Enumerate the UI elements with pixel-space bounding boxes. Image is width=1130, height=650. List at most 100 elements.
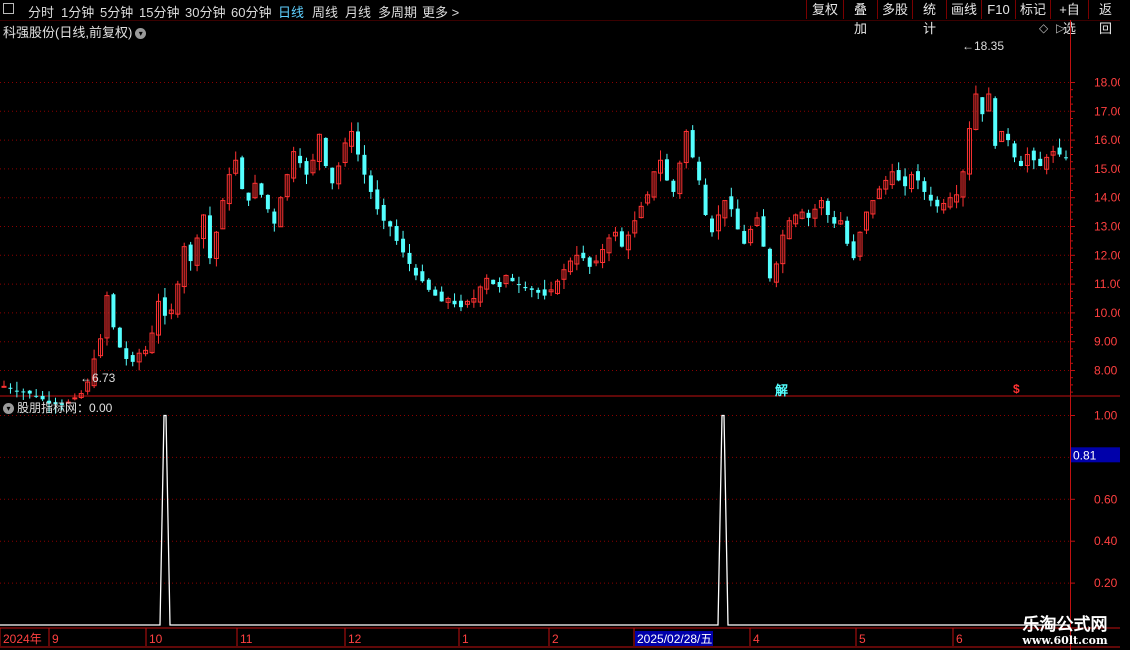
candle-body (735, 208, 740, 230)
diamond-icon[interactable]: ◇ (1039, 21, 1048, 35)
toggle-icon[interactable]: ▷ (1056, 21, 1065, 35)
candle-body (510, 277, 515, 282)
kline-chart[interactable]: ←18.35←6.73 8.009.0010.0011.0012.0013.00… (0, 0, 1130, 650)
candle-body (516, 284, 521, 286)
x-tick-label: 2024年 (3, 632, 42, 646)
candle-body (14, 390, 19, 392)
candle-body (34, 395, 39, 397)
candle-body (851, 241, 856, 259)
x-tick-label: 2 (552, 632, 559, 646)
main-chart-title: 科强股份(日线,前复权) ▾ (3, 22, 147, 41)
candle-body (529, 288, 534, 290)
candle-body (388, 221, 393, 227)
candle-body (1064, 157, 1068, 159)
candle-body (915, 171, 920, 181)
x-tick-label: 12 (348, 632, 362, 646)
candle-body (8, 387, 13, 389)
grid-lines (0, 82, 1120, 648)
marker-s[interactable]: $ (1013, 382, 1020, 396)
candle-body (356, 131, 360, 155)
candle-body (265, 194, 270, 210)
y-tick-label: 0.60 (1094, 492, 1118, 506)
cursor-value: 0.81 (1073, 448, 1097, 462)
candle-body (207, 215, 212, 259)
x-tick-label: 2025/02/28/五 (637, 632, 712, 646)
candle-body (497, 282, 502, 287)
x-tick-label: 9 (52, 632, 59, 646)
stock-title: 科强股份(日线,前复权) (3, 25, 133, 40)
candle-body (124, 348, 129, 359)
candle-body (304, 161, 309, 175)
x-tick-label: 11 (240, 632, 253, 646)
candle-body (407, 252, 412, 264)
candle-body (375, 189, 380, 210)
indicator-line (0, 414, 1070, 626)
indicator-title: ▾ 股朋指标网：0.00 (3, 399, 112, 416)
candle-body (240, 157, 245, 190)
y-tick-label: 0.20 (1094, 576, 1118, 590)
x-tick-label: 5 (859, 632, 866, 646)
y-tick-label: 8.00 (1094, 364, 1118, 378)
candle-body (703, 184, 708, 215)
candle-body (761, 216, 766, 247)
candle-body (1, 385, 7, 388)
candle-body (323, 137, 328, 167)
max-price-label: ←18.35 (962, 39, 1004, 53)
candle-body (729, 196, 734, 210)
watermark-url: www.60lt.com (1022, 634, 1108, 647)
candle-body (619, 231, 624, 247)
candle-body (710, 218, 714, 233)
candle-body (439, 291, 444, 302)
candle-body (433, 289, 438, 296)
candle-body (928, 194, 933, 201)
candle-body (27, 390, 32, 394)
candle-body (587, 257, 592, 267)
x-tick-label: 1 (462, 632, 469, 646)
candle-body (1018, 160, 1023, 167)
watermark: 乐淘公式网 www.60lt.com (1000, 610, 1130, 647)
x-tick-label: 10 (149, 632, 163, 646)
candle-body (903, 176, 908, 187)
candle-body (130, 355, 135, 362)
candle-body (935, 199, 940, 207)
candle-body (523, 286, 528, 289)
candle-body (272, 211, 277, 224)
candle-body (162, 297, 167, 316)
chevron-down-icon[interactable]: ▾ (3, 403, 14, 415)
candle-body (697, 161, 702, 181)
candle-body (896, 170, 901, 181)
candle-body (491, 279, 496, 285)
candle-body (246, 192, 251, 201)
candle-body (832, 217, 837, 224)
candle-body (381, 204, 386, 221)
candle-body (111, 294, 116, 328)
candle-body (1057, 147, 1062, 155)
min-price-label: ←6.73 (80, 371, 116, 385)
indicator-label: 股朋指标网：0.00 (17, 401, 113, 415)
candle-body (21, 391, 26, 393)
candle-body (259, 183, 264, 195)
candle-body (1038, 158, 1043, 167)
candle-body (742, 231, 747, 244)
candle-body (330, 167, 335, 184)
candle-body (845, 220, 850, 244)
candle-body (188, 244, 193, 262)
candle-body (825, 200, 830, 215)
candle-body (993, 98, 998, 146)
candle-body (413, 267, 418, 276)
candle-body (458, 300, 463, 308)
y-tick-label: 9.00 (1094, 335, 1118, 349)
candle-body (1012, 143, 1017, 158)
watermark-title: 乐淘公式网 (1022, 615, 1108, 635)
candle-body (536, 289, 541, 293)
candle-body (690, 130, 695, 158)
marker-jie[interactable]: 解 (775, 380, 788, 399)
y-tick-label: 1.00 (1094, 409, 1118, 423)
candle-body (394, 226, 399, 241)
candle-body (922, 181, 927, 192)
candle-body (1006, 133, 1011, 141)
candle-body (581, 252, 586, 259)
candle-body (401, 238, 406, 253)
chevron-down-icon[interactable]: ▾ (135, 28, 147, 40)
candle-body (452, 300, 457, 305)
